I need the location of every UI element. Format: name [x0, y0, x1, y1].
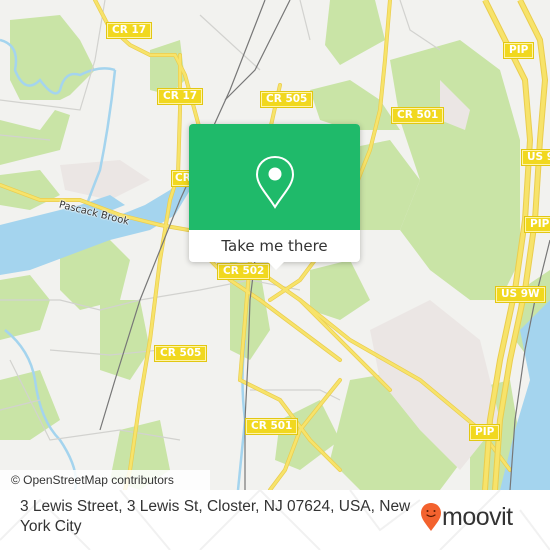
- road-label-cr: CR: [171, 170, 191, 187]
- road-label-pip: PIP: [502, 42, 535, 59]
- moovit-pin-icon: [421, 503, 441, 531]
- location-pin-icon: [255, 155, 295, 209]
- popup-pointer: [266, 260, 286, 270]
- road-label-us9w: US 9W: [521, 149, 550, 166]
- road-label-cr17: CR 17: [156, 88, 204, 105]
- road-label-pip: PIP: [468, 424, 501, 441]
- road-label-cr501: CR 501: [390, 107, 445, 124]
- map-canvas[interactable]: CR 17 CR 17 CR 505 CR 501 CR PIP US 9W P…: [0, 0, 550, 490]
- popup-header: [189, 124, 360, 230]
- address-text: 3 Lewis Street, 3 Lewis St, Closter, NJ …: [20, 498, 411, 535]
- footer: 3 Lewis Street, 3 Lewis St, Closter, NJ …: [0, 490, 550, 550]
- road-label-cr505: CR 505: [153, 345, 208, 362]
- road-label-cr17: CR 17: [105, 22, 153, 39]
- road-label-us9w: US 9W: [495, 286, 546, 303]
- road-label-cr505: CR 505: [259, 91, 314, 108]
- road-label-cr501: CR 501: [244, 418, 299, 435]
- road-label-pip: PIP: [523, 216, 550, 233]
- moovit-logo[interactable]: moovit: [420, 500, 540, 540]
- road-label-cr502: CR 502: [216, 263, 271, 280]
- take-me-there-button[interactable]: Take me there: [189, 230, 360, 262]
- moovit-wordmark: moovit: [442, 503, 513, 531]
- destination-popup: Take me there: [189, 124, 360, 270]
- map-attribution[interactable]: © OpenStreetMap contributors: [0, 470, 210, 490]
